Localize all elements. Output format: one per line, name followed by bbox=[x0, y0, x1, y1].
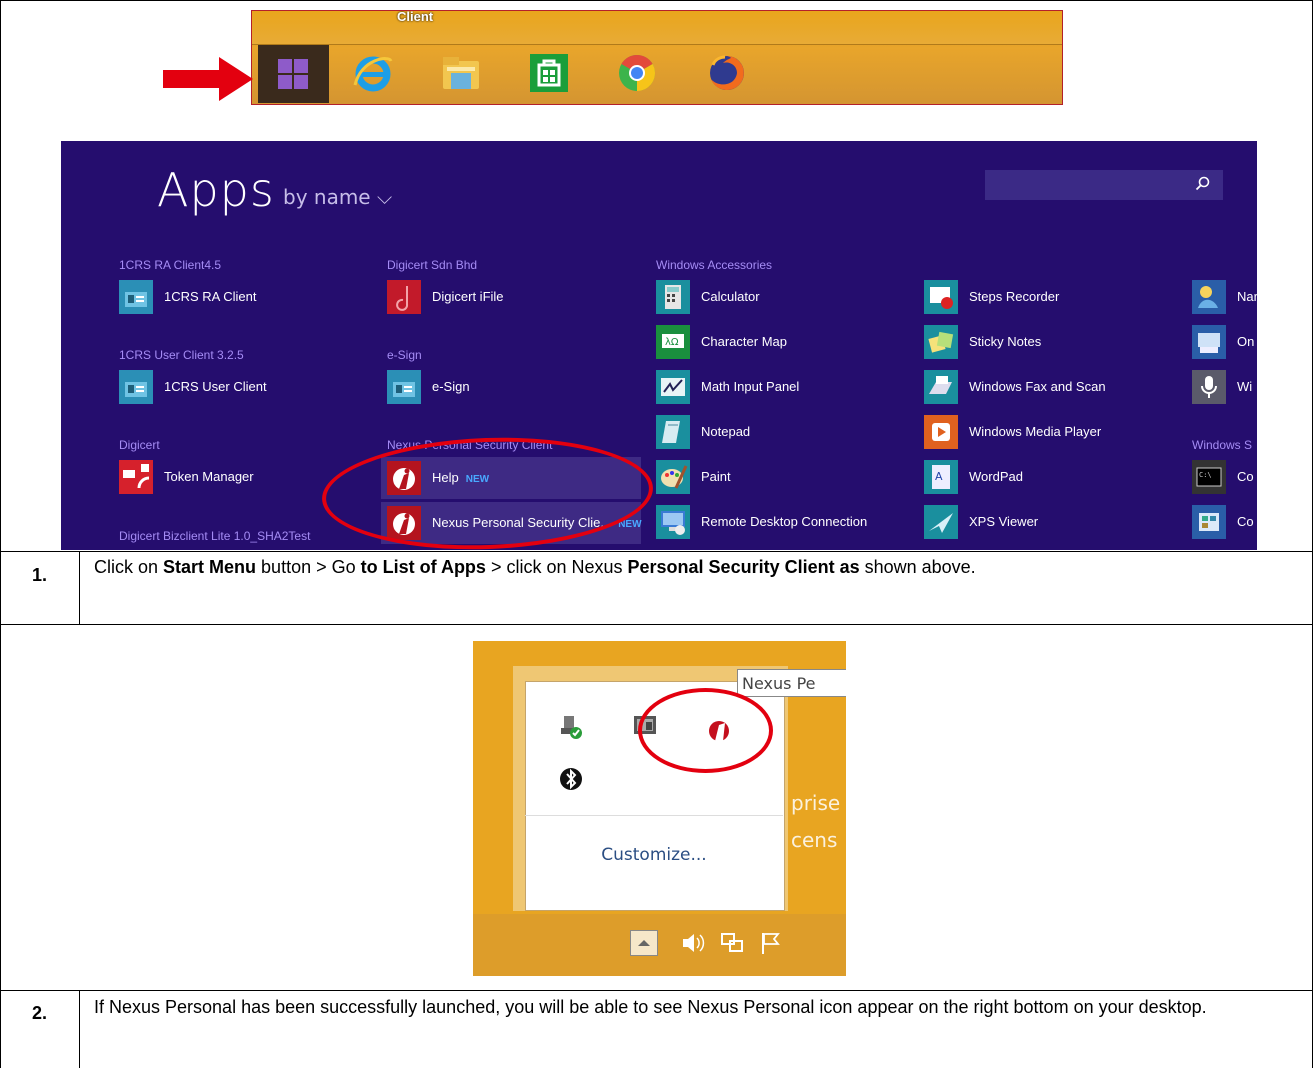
chevron-up-icon bbox=[638, 940, 650, 946]
character-map-icon: λΩ bbox=[656, 325, 690, 359]
tooltip: Nexus Pe bbox=[737, 669, 846, 697]
app-label: Notepad bbox=[701, 424, 751, 439]
sort-by-name-dropdown[interactable]: by name ⌵ bbox=[283, 185, 392, 209]
narrator-icon bbox=[1192, 280, 1226, 314]
table-col-divider bbox=[79, 990, 80, 1068]
app-label: 1CRS User Client bbox=[164, 379, 267, 394]
window-strip bbox=[252, 11, 1062, 44]
table-border-left bbox=[0, 0, 1, 1068]
app-label: Token Manager bbox=[164, 469, 254, 484]
group-label: Digicert bbox=[119, 438, 160, 452]
taskbar-strip bbox=[473, 914, 846, 976]
customize-link[interactable]: Customize... bbox=[529, 845, 779, 865]
group-label: e-Sign bbox=[387, 348, 422, 362]
svg-text:A: A bbox=[935, 470, 943, 483]
taskbar-screenshot: Client bbox=[251, 10, 1063, 105]
app-label: WordPad bbox=[969, 469, 1023, 484]
app-label: Character Map bbox=[701, 334, 787, 349]
table-col-divider bbox=[79, 551, 80, 624]
app-label: Co bbox=[1237, 514, 1254, 529]
svg-text:C:\: C:\ bbox=[1199, 471, 1212, 479]
show-hidden-icons-button[interactable] bbox=[630, 930, 658, 956]
app-label: Wi bbox=[1237, 379, 1253, 394]
token-manager-icon bbox=[119, 460, 153, 494]
digicert-ifile-icon bbox=[387, 280, 421, 314]
app-label: Steps Recorder bbox=[969, 289, 1060, 304]
calculator-icon bbox=[656, 280, 690, 314]
internet-explorer-icon[interactable] bbox=[351, 51, 395, 95]
group-label: Digicert Bizclient Lite 1.0_SHA2Test bbox=[119, 529, 311, 543]
control-panel-icon bbox=[1192, 505, 1226, 539]
group-label: 1CRS RA Client4.5 bbox=[119, 258, 222, 272]
app-label: Paint bbox=[701, 469, 731, 484]
sticky-notes-icon bbox=[924, 325, 958, 359]
search-icon[interactable] bbox=[1195, 176, 1211, 192]
red-arrow-icon bbox=[163, 57, 253, 101]
app-label: Nar bbox=[1237, 289, 1257, 304]
chrome-icon[interactable] bbox=[615, 51, 659, 95]
background-text: prise bbox=[791, 791, 841, 815]
wordpad-icon: A bbox=[924, 460, 958, 494]
background-text: cens bbox=[791, 828, 838, 852]
bluetooth-icon[interactable] bbox=[558, 766, 584, 792]
file-explorer-icon[interactable] bbox=[439, 51, 483, 95]
app-label: Calculator bbox=[701, 289, 760, 304]
microphone-icon bbox=[1192, 370, 1226, 404]
remote-desktop-icon bbox=[656, 505, 690, 539]
table-border-top bbox=[0, 0, 1313, 1]
step-number: 2. bbox=[31, 1003, 47, 1023]
table-row-divider bbox=[0, 624, 1313, 625]
safely-remove-hardware-icon[interactable] bbox=[558, 714, 584, 740]
highlight-circle bbox=[638, 688, 773, 773]
app-label: Co bbox=[1237, 469, 1254, 484]
notepad-icon bbox=[656, 415, 690, 449]
id-card-icon bbox=[119, 370, 153, 404]
steps-recorder-icon bbox=[924, 280, 958, 314]
step-text: If Nexus Personal has been successfully … bbox=[94, 997, 1207, 1017]
table-row-divider bbox=[0, 990, 1313, 991]
firefox-icon[interactable] bbox=[705, 51, 749, 95]
network-icon[interactable] bbox=[719, 930, 745, 956]
group-label: 1CRS User Client 3.2.5 bbox=[119, 348, 244, 362]
on-screen-keyboard-icon bbox=[1192, 325, 1226, 359]
apps-search-input[interactable] bbox=[985, 170, 1223, 200]
volume-icon[interactable] bbox=[679, 930, 705, 956]
app-label: e-Sign bbox=[432, 379, 470, 394]
step-number: 1. bbox=[31, 565, 47, 585]
group-label: Windows Accessories bbox=[656, 258, 773, 272]
step-text: Click on Start Menu button > Go to List … bbox=[94, 557, 976, 577]
app-label: Windows Media Player bbox=[969, 424, 1102, 439]
app-label: Windows Fax and Scan bbox=[969, 379, 1106, 394]
media-player-icon bbox=[924, 415, 958, 449]
app-label: Digicert iFile bbox=[432, 289, 504, 304]
store-icon[interactable] bbox=[527, 51, 571, 95]
action-center-flag-icon[interactable] bbox=[758, 930, 784, 956]
windows-start-icon bbox=[278, 59, 308, 89]
svg-text:λΩ: λΩ bbox=[665, 337, 679, 348]
id-card-icon bbox=[387, 370, 421, 404]
xps-viewer-icon bbox=[924, 505, 958, 539]
table-row-divider bbox=[0, 551, 1313, 552]
start-button[interactable] bbox=[258, 45, 329, 103]
paint-icon bbox=[656, 460, 690, 494]
window-title: Client bbox=[397, 10, 434, 24]
app-label: XPS Viewer bbox=[969, 514, 1039, 529]
app-label: Math Input Panel bbox=[701, 379, 800, 394]
apps-screen: Apps by name ⌵ 1CRS RA Client4.5 1CRS RA… bbox=[61, 141, 1257, 550]
app-label: Remote Desktop Connection bbox=[701, 514, 868, 529]
fax-scan-icon bbox=[924, 370, 958, 404]
group-label: Digicert Sdn Bhd bbox=[387, 258, 478, 272]
id-card-icon bbox=[119, 280, 153, 314]
app-label: Sticky Notes bbox=[969, 334, 1042, 349]
system-tray-screenshot: prise cens Nexus Pe Customize... bbox=[473, 641, 846, 976]
math-input-panel-icon bbox=[656, 370, 690, 404]
app-label: 1CRS RA Client bbox=[164, 289, 257, 304]
app-label: On bbox=[1237, 334, 1255, 349]
apps-title: Apps bbox=[157, 163, 275, 217]
group-label: Windows S bbox=[1192, 438, 1253, 452]
document-table: Client Apps by name ⌵ 1CRS RA Client4.5 … bbox=[0, 0, 1313, 1068]
command-prompt-icon: C:\ bbox=[1192, 460, 1226, 494]
